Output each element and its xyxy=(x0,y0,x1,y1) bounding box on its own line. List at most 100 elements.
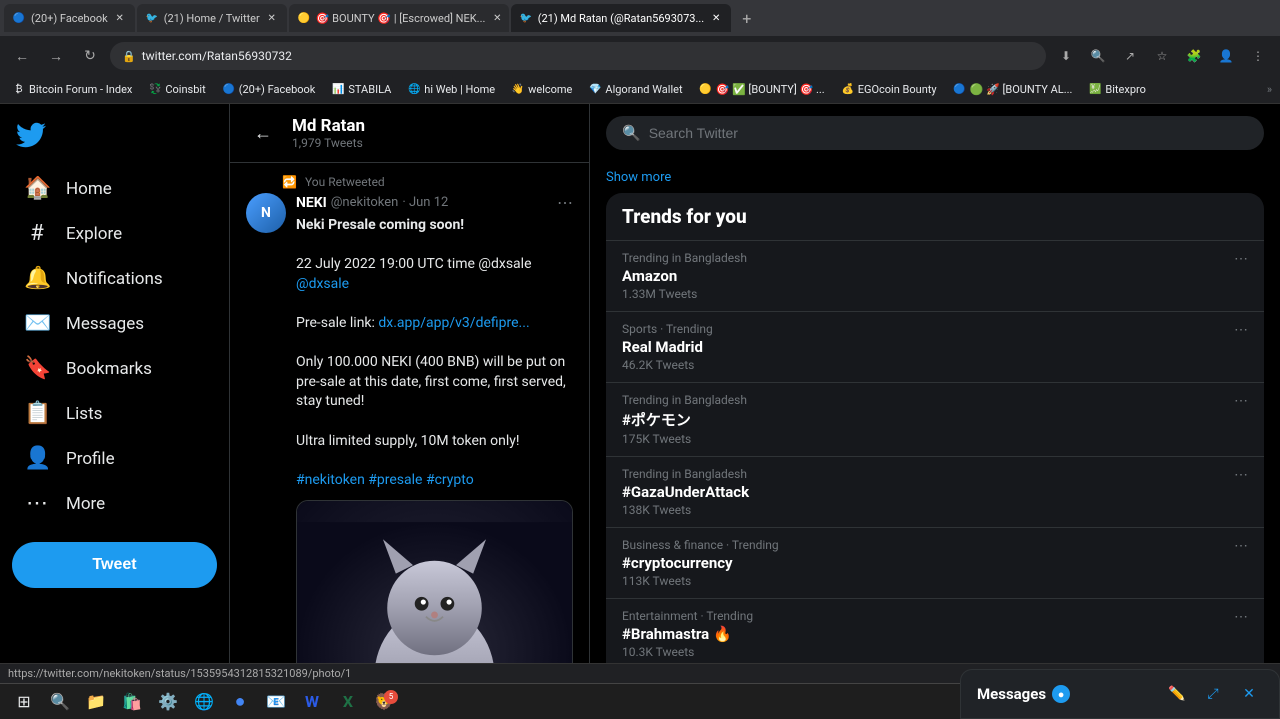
tweet-author-avatar[interactable]: N xyxy=(246,193,286,233)
sidebar-item-home[interactable]: 🏠 Home xyxy=(8,166,221,211)
trend-item-realmadrid[interactable]: Sports · Trending Real Madrid 46.2K Twee… xyxy=(606,311,1264,382)
presale-link[interactable]: dx.app/app/v3/defipre... xyxy=(378,315,529,331)
search-box[interactable]: 🔍 xyxy=(606,116,1264,150)
taskbar-settings[interactable]: ⚙️ xyxy=(152,688,184,716)
trend-more-icon-3[interactable]: ⋯ xyxy=(1234,393,1248,409)
retweet-indicator: 🔁 You Retweeted xyxy=(282,175,573,189)
taskbar-outlook[interactable]: 📧 xyxy=(260,688,292,716)
extension-button[interactable]: 🧩 xyxy=(1180,42,1208,70)
tab-close-facebook[interactable]: ✕ xyxy=(113,11,127,25)
bookmark-algorand[interactable]: 💎 Algorand Wallet xyxy=(584,81,686,99)
sidebar-item-notifications[interactable]: 🔔 Notifications xyxy=(8,256,221,301)
trend-more-icon-6[interactable]: ⋯ xyxy=(1234,609,1248,625)
bookmark-welcome[interactable]: 👋 welcome xyxy=(507,81,576,99)
trend-item-brahmastra[interactable]: Entertainment · Trending #Brahmastra 🔥 1… xyxy=(606,598,1264,663)
tab-favicon-facebook: 🔵 xyxy=(12,11,26,25)
trend-item-amazon[interactable]: Trending in Bangladesh Amazon 1.33M Twee… xyxy=(606,240,1264,311)
taskbar-ms-store[interactable]: 🛍️ xyxy=(116,688,148,716)
lists-icon: 📋 xyxy=(24,401,50,426)
taskbar-chrome[interactable]: ● xyxy=(224,688,256,716)
bookmark-bitcoin[interactable]: ₿ Bitcoin Forum - Index xyxy=(8,81,136,99)
url-text: twitter.com/Ratan56930732 xyxy=(142,49,292,63)
share-button[interactable]: ↗ xyxy=(1116,42,1144,70)
messages-compose-button[interactable]: ✏️ xyxy=(1163,680,1191,708)
tweet-body: NEKI @nekitoken · Jun 12 ⋯ Neki Presale … xyxy=(296,193,573,663)
bookmark-egocoin[interactable]: 💰 EGOcoin Bounty xyxy=(837,81,941,99)
messages-expand-button[interactable]: ⤢ xyxy=(1199,680,1227,708)
bookmark-coinsbit[interactable]: 💱 Coinsbit xyxy=(144,81,209,99)
trend-item-crypto[interactable]: Business & finance · Trending #cryptocur… xyxy=(606,527,1264,598)
profile-button[interactable]: 👤 xyxy=(1212,42,1240,70)
extensions-more-button[interactable]: ⋮ xyxy=(1244,42,1272,70)
bookmark-facebook[interactable]: 🔵 (20+) Facebook xyxy=(218,81,320,99)
trend-more-icon-5[interactable]: ⋯ xyxy=(1234,538,1248,554)
hashtags: #nekitoken #presale #crypto xyxy=(296,472,474,488)
forward-button[interactable]: → xyxy=(42,42,70,70)
download-button[interactable]: ⬇ xyxy=(1052,42,1080,70)
retweet-icon: 🔁 xyxy=(282,175,297,189)
messages-icon: ✉️ xyxy=(24,311,50,336)
tab-close-twitter-home[interactable]: ✕ xyxy=(265,11,279,25)
sidebar-item-bookmarks[interactable]: 🔖 Bookmarks xyxy=(8,346,221,391)
bookmark-star-button[interactable]: ☆ xyxy=(1148,42,1176,70)
taskbar-search[interactable]: 🔍 xyxy=(44,688,76,716)
url-bar[interactable]: 🔒 twitter.com/Ratan56930732 xyxy=(110,42,1046,70)
sidebar-item-profile[interactable]: 👤 Profile xyxy=(8,436,221,481)
sidebar-item-more[interactable]: ⋯ More xyxy=(8,481,221,526)
tab-bounty[interactable]: 🟡 🎯 BOUNTY 🎯 | [Escrowed] NEK... ✕ xyxy=(289,4,509,32)
tweet-author-handle: @nekitoken xyxy=(331,195,399,210)
new-tab-button[interactable]: + xyxy=(733,4,761,32)
tab-favicon-bounty: 🟡 xyxy=(297,11,311,25)
twitter-logo[interactable] xyxy=(0,112,229,162)
bookmark-bitexpro[interactable]: 💹 Bitexpro xyxy=(1084,81,1150,99)
trend-item-gaza[interactable]: Trending in Bangladesh #GazaUnderAttack … xyxy=(606,456,1264,527)
taskbar-edge[interactable]: 🌐 xyxy=(188,688,220,716)
tab-close-twitter-profile[interactable]: ✕ xyxy=(709,11,723,25)
bookmarks-bar: ₿ Bitcoin Forum - Index 💱 Coinsbit 🔵 (20… xyxy=(0,76,1280,104)
sidebar: 🏠 Home # Explore 🔔 Notifications ✉️ Mess… xyxy=(0,104,230,663)
tweet-header: NEKI @nekitoken · Jun 12 ⋯ xyxy=(296,193,573,212)
search-web-button[interactable]: 🔍 xyxy=(1084,42,1112,70)
start-button[interactable]: ⊞ xyxy=(8,688,40,716)
trend-more-icon[interactable]: ⋯ xyxy=(1234,251,1248,267)
tab-facebook[interactable]: 🔵 (20+) Facebook ✕ xyxy=(4,4,135,32)
bookmark-bounty2[interactable]: 🔵 🟢 🚀 [BOUNTY AL... xyxy=(949,81,1077,99)
messages-badge: ● xyxy=(1052,685,1070,703)
search-input[interactable] xyxy=(649,125,1248,141)
back-button[interactable]: ← xyxy=(246,116,280,150)
sidebar-item-messages[interactable]: ✉️ Messages xyxy=(8,301,221,346)
trend-item-pokemon[interactable]: Trending in Bangladesh #ポケモン 175K Tweets… xyxy=(606,382,1264,456)
taskbar-word[interactable]: W xyxy=(296,688,328,716)
bookmark-hiweb[interactable]: 🌐 hi Web | Home xyxy=(403,81,499,99)
tab-twitter-profile[interactable]: 🐦 (21) Md Ratan (@Ratan5693073... ✕ xyxy=(511,4,731,32)
tweet-image[interactable]: N NEKI PRESALE 22.07.2022 xyxy=(296,500,573,663)
trends-title: Trends for you xyxy=(606,193,1264,240)
sidebar-item-lists[interactable]: 📋 Lists xyxy=(8,391,221,436)
profile-icon: 👤 xyxy=(24,446,50,471)
reload-button[interactable]: ↻ xyxy=(76,42,104,70)
sidebar-item-explore[interactable]: # Explore xyxy=(8,211,221,256)
profile-name-block: Md Ratan 1,979 Tweets xyxy=(292,116,365,150)
taskbar-brave[interactable]: 🦁 5 xyxy=(368,688,400,716)
status-url: https://twitter.com/nekitoken/status/153… xyxy=(8,667,351,680)
tweet-more-button[interactable]: ⋯ xyxy=(557,193,573,212)
trend-more-icon-4[interactable]: ⋯ xyxy=(1234,467,1248,483)
profile-header: ← Md Ratan 1,979 Tweets xyxy=(230,104,589,163)
messages-popup[interactable]: Messages ● ✏️ ⤢ ✕ xyxy=(960,669,1280,719)
tweet-card[interactable]: 🔁 You Retweeted N NEKI @nekitoken · Jun … xyxy=(230,163,589,663)
messages-popup-header[interactable]: Messages ● ✏️ ⤢ ✕ xyxy=(961,670,1279,719)
taskbar-file-explorer[interactable]: 📁 xyxy=(80,688,112,716)
tab-close-bounty[interactable]: ✕ xyxy=(490,11,504,25)
bookmark-bounty[interactable]: 🟡 🎯 ✅ [BOUNTY] 🎯 ... xyxy=(695,81,829,99)
tweet-button[interactable]: Tweet xyxy=(12,542,217,588)
tweet-date: · Jun 12 xyxy=(402,195,448,210)
taskbar-excel[interactable]: X xyxy=(332,688,364,716)
tweet-count: 1,979 Tweets xyxy=(292,136,365,150)
trend-more-icon-2[interactable]: ⋯ xyxy=(1234,322,1248,338)
messages-close-button[interactable]: ✕ xyxy=(1235,680,1263,708)
bookmark-stabila[interactable]: 📊 STABILA xyxy=(327,81,395,99)
tab-twitter-home[interactable]: 🐦 (21) Home / Twitter ✕ xyxy=(137,4,287,32)
show-more-button[interactable]: Show more xyxy=(606,162,1264,193)
main-content: 🏠 Home # Explore 🔔 Notifications ✉️ Mess… xyxy=(0,104,1280,663)
back-button[interactable]: ← xyxy=(8,42,36,70)
